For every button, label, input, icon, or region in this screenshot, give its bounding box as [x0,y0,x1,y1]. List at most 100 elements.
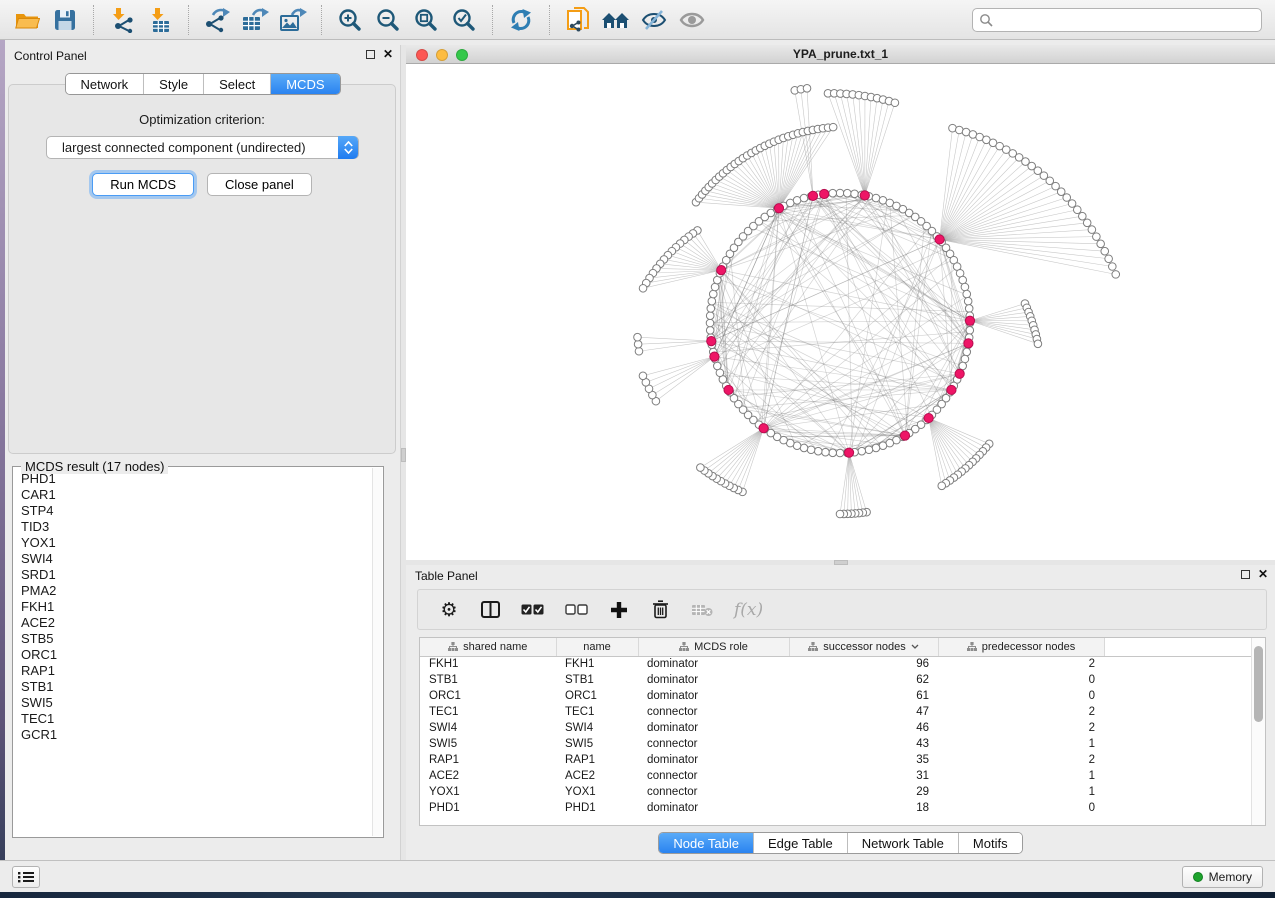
maximize-window-icon[interactable] [456,49,468,61]
edge[interactable] [929,418,983,451]
cell-shared-name[interactable]: SWI5 [420,736,556,752]
cell-predecessor-nodes[interactable]: 1 [938,784,1104,800]
edge[interactable] [849,453,867,512]
ring-node[interactable] [829,449,837,457]
leaf-node[interactable] [1112,271,1120,279]
ring-node[interactable] [800,194,808,202]
mcds-hub-node[interactable] [955,369,964,378]
ring-node[interactable] [872,194,880,202]
edge[interactable] [970,321,1037,339]
cell-name[interactable]: PHD1 [556,800,638,816]
cell-MCDS-role[interactable]: connector [638,768,789,784]
mcds-result-item[interactable]: TEC1 [21,711,371,727]
cell-predecessor-nodes[interactable]: 0 [938,800,1104,816]
export-network-button[interactable] [198,3,236,37]
mcds-hub-node[interactable] [924,413,933,422]
zoom-in-button[interactable] [331,3,369,37]
tab-select[interactable]: Select [204,74,271,94]
mcds-result-item[interactable]: ORC1 [21,647,371,663]
mcds-result-item[interactable]: CAR1 [21,487,371,503]
tab-edge-table[interactable]: Edge Table [754,833,848,853]
table-row[interactable]: ACE2ACE2connector311 [420,768,1258,784]
tab-node-table[interactable]: Node Table [659,833,754,853]
ring-node[interactable] [807,446,815,454]
edge[interactable] [940,140,987,240]
edge[interactable] [650,270,722,278]
edge[interactable] [656,357,715,401]
mcds-hub-node[interactable] [935,235,944,244]
table-row[interactable]: ORC1ORC1dominator610 [420,688,1258,704]
cell-MCDS-role[interactable]: connector [638,704,789,720]
mcds-hub-node[interactable] [965,316,974,325]
hide-graphics-details-button[interactable] [635,3,673,37]
ring-node[interactable] [843,189,851,197]
edge[interactable] [940,130,960,239]
mcds-hub-node[interactable] [710,352,719,361]
edge[interactable] [970,321,1035,330]
mcds-hub-node[interactable] [860,191,869,200]
mcds-result-item[interactable]: RAP1 [21,663,371,679]
table-row[interactable]: FKH1FKH1dominator962 [420,656,1258,672]
cell-name[interactable]: STB1 [556,672,638,688]
minimize-window-icon[interactable] [436,49,448,61]
export-table-button[interactable] [236,3,274,37]
cell-name[interactable]: TEC1 [556,704,638,720]
column-header-successor-nodes[interactable]: successor nodes [789,638,938,656]
column-header-name[interactable]: name [556,638,638,656]
cell-successor-nodes[interactable]: 29 [789,784,938,800]
leaf-node[interactable] [639,284,647,292]
table-row[interactable]: TEC1TEC1connector472 [420,704,1258,720]
edge[interactable] [970,312,1029,321]
edge[interactable] [652,357,714,395]
mcds-result-item[interactable]: STB5 [21,631,371,647]
ring-node[interactable] [872,444,880,452]
leaf-node[interactable] [634,333,642,341]
save-session-button[interactable] [46,3,84,37]
refresh-layout-button[interactable] [502,3,540,37]
close-panel-icon[interactable]: ✕ [1258,569,1268,579]
ring-node[interactable] [793,196,801,204]
ring-node[interactable] [822,448,830,456]
column-header-MCDS-role[interactable]: MCDS role [638,638,789,656]
edge[interactable] [840,94,864,196]
import-table-button[interactable] [141,3,179,37]
cell-successor-nodes[interactable]: 18 [789,800,938,816]
tab-mcds[interactable]: MCDS [271,74,339,94]
table-settings-button[interactable]: ⚙ [439,598,459,622]
select-all-button[interactable] [521,598,544,622]
edge[interactable] [970,321,1038,344]
cell-name[interactable]: ORC1 [556,688,638,704]
column-header-shared-name[interactable]: shared name [420,638,556,656]
mcds-result-item[interactable]: STP4 [21,503,371,519]
task-history-button[interactable] [12,866,40,888]
mcds-result-item[interactable]: YOX1 [21,535,371,551]
cell-name[interactable]: FKH1 [556,656,638,672]
home-button[interactable] [597,3,635,37]
leaf-node[interactable] [1034,340,1042,348]
leaf-node[interactable] [1093,233,1101,241]
mcds-result-item[interactable]: SWI5 [21,695,371,711]
edge[interactable] [719,177,779,209]
edge[interactable] [865,101,889,195]
leaf-node[interactable] [1079,212,1087,220]
cell-name[interactable]: ACE2 [556,768,638,784]
ring-node[interactable] [858,447,866,455]
mcds-result-item[interactable]: STB1 [21,679,371,695]
share-session-button[interactable] [559,3,597,37]
edge[interactable] [940,239,1109,258]
leaf-node[interactable] [1101,247,1109,255]
mcds-hub-node[interactable] [820,189,829,198]
cell-predecessor-nodes[interactable]: 1 [938,768,1104,784]
ring-node[interactable] [836,189,844,197]
tab-style[interactable]: Style [144,74,204,94]
leaf-node[interactable] [1097,240,1105,248]
edge[interactable] [649,357,714,389]
cell-successor-nodes[interactable]: 61 [789,688,938,704]
cell-successor-nodes[interactable]: 47 [789,704,938,720]
cell-shared-name[interactable]: ACE2 [420,768,556,784]
float-panel-icon[interactable] [1241,570,1250,579]
edge[interactable] [710,320,899,439]
edge[interactable] [940,239,1105,251]
ring-node[interactable] [879,442,887,450]
open-file-button[interactable] [8,3,46,37]
